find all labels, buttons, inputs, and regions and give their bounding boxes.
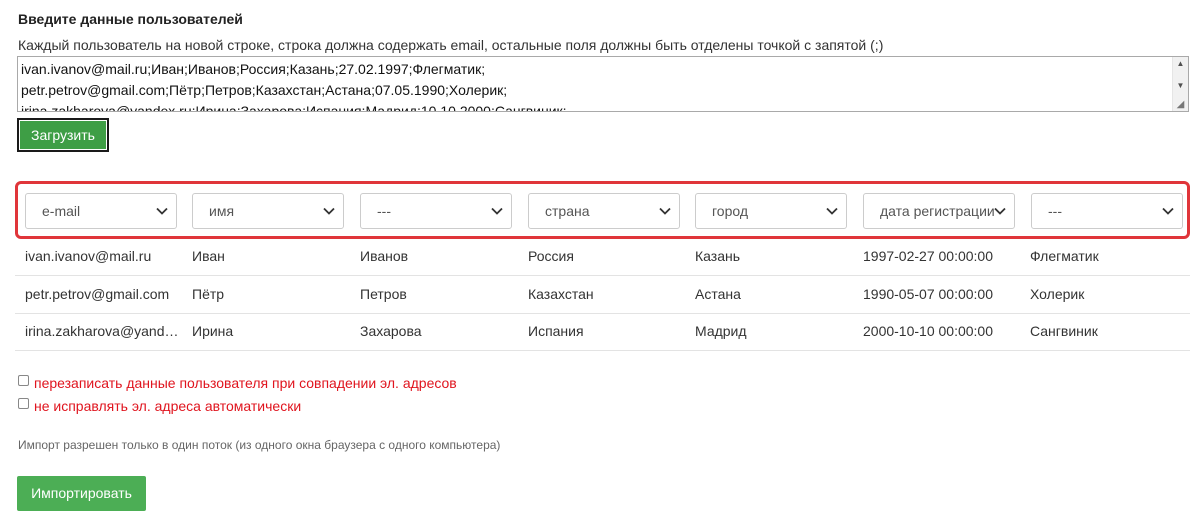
resize-handle-icon[interactable]: ◢ (1175, 99, 1186, 110)
table-cell: ivan.ivanov@mail.ru (25, 248, 152, 264)
column-select-value: дата регистрации (880, 203, 995, 219)
textarea-line: irina.zakharova@yandex.ru;Ирина;Захарова… (21, 103, 567, 112)
chevron-down-icon (993, 194, 1007, 228)
table-cell: Казахстан (528, 286, 594, 302)
table-cell: Астана (695, 286, 741, 302)
table-cell: Испания (528, 323, 584, 339)
table-cell: irina.zakharova@yandex.ru (25, 323, 180, 339)
no-fix-email-option[interactable]: не исправлять эл. адреса автоматически (18, 398, 301, 414)
chevron-down-icon (658, 194, 672, 228)
overwrite-checkbox[interactable] (18, 375, 29, 386)
column-select-value: город (712, 203, 749, 219)
table-row: irina.zakharova@yandex.ru Ирина Захарова Ис… (15, 313, 1190, 351)
overwrite-option[interactable]: перезаписать данные пользователя при сов… (18, 375, 457, 391)
chevron-down-icon (825, 194, 839, 228)
table-cell: Холерик (1030, 286, 1085, 302)
import-note: Импорт разрешен только в один поток (из … (18, 438, 501, 452)
column-select-value: имя (209, 203, 235, 219)
load-button[interactable]: Загрузить (17, 118, 109, 152)
column-select-5[interactable]: город (695, 193, 847, 229)
table-cell: Иван (192, 248, 225, 264)
column-select-value: страна (545, 203, 590, 219)
column-select-2[interactable]: имя (192, 193, 344, 229)
chevron-down-icon (155, 194, 169, 228)
no-fix-email-label: не исправлять эл. адреса автоматически (34, 398, 302, 414)
import-button[interactable]: Импортировать (17, 476, 146, 511)
textarea-content[interactable]: ivan.ivanov@mail.ru;Иван;Иванов;Россия;К… (21, 59, 1170, 112)
table-row: petr.petrov@gmail.com Пётр Петров Казахстан… (15, 276, 1190, 314)
column-select-3[interactable]: --- (360, 193, 512, 229)
table-cell: Иванов (360, 248, 409, 264)
column-select-7[interactable]: --- (1031, 193, 1183, 229)
users-textarea[interactable]: ivan.ivanov@mail.ru;Иван;Иванов;Россия;К… (17, 56, 1189, 112)
overwrite-label: перезаписать данные пользователя при сов… (34, 375, 457, 391)
table-cell: 1990-05-07 00:00:00 (863, 286, 993, 302)
scroll-up-arrow-icon[interactable]: ▲ (1173, 57, 1188, 71)
table-cell: 1997-02-27 00:00:00 (863, 248, 993, 264)
table-cell: petr.petrov@gmail.com (25, 286, 170, 302)
column-select-value: e-mail (42, 203, 81, 219)
form-hint: Каждый пользователь на новой строке, стр… (18, 37, 884, 53)
textarea-line: petr.petrov@gmail.com;Пётр;Петров;Казахс… (21, 82, 508, 98)
table-cell: Пётр (192, 286, 225, 302)
table-cell: Петров (360, 286, 407, 302)
table-cell: Сангвиник (1030, 323, 1098, 339)
chevron-down-icon (1161, 194, 1175, 228)
no-fix-email-checkbox[interactable] (18, 398, 29, 409)
column-select-1[interactable]: e-mail (25, 193, 177, 229)
form-title: Введите данные пользователей (18, 11, 243, 27)
scroll-down-arrow-icon[interactable]: ▼ (1173, 79, 1188, 93)
table-cell: Казань (695, 248, 741, 264)
table-cell: Ирина (192, 323, 234, 339)
chevron-down-icon (490, 194, 504, 228)
table-cell: Захарова (360, 323, 422, 339)
textarea-line: ivan.ivanov@mail.ru;Иван;Иванов;Россия;К… (21, 61, 486, 77)
table-cell: Мадрид (695, 323, 747, 339)
column-select-value: --- (1048, 203, 1062, 219)
table-cell: Флегматик (1030, 248, 1099, 264)
column-select-4[interactable]: страна (528, 193, 680, 229)
chevron-down-icon (322, 194, 336, 228)
table-cell: 2000-10-10 00:00:00 (863, 323, 993, 339)
table-cell: Россия (528, 248, 574, 264)
table-row: ivan.ivanov@mail.ru Иван Иванов Россия Казан… (15, 238, 1190, 276)
column-select-6[interactable]: дата регистрации (863, 193, 1015, 229)
column-select-value: --- (377, 203, 391, 219)
